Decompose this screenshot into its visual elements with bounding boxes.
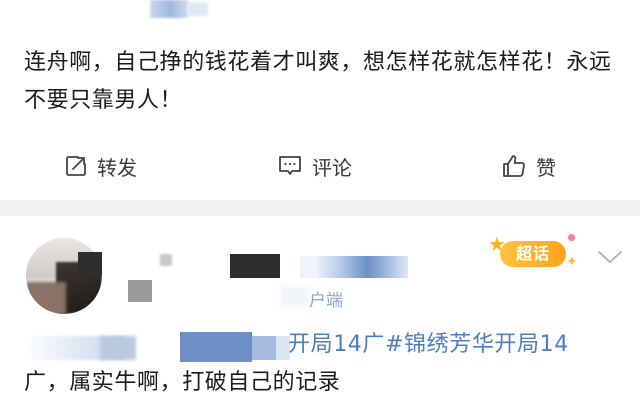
card-divider — [0, 200, 640, 216]
post-card-2: 户端 ★ 超话 ✦ 开局14广#锦绣芳华开局14 广，属实牛啊，打破自己的记录 — [0, 216, 640, 411]
repost-label: 转发 — [97, 155, 137, 180]
like-label: 赞 — [536, 155, 556, 180]
supertopic-badge-label: 超话 — [500, 241, 566, 267]
mosaic-block — [300, 256, 318, 278]
repost-icon — [64, 154, 88, 178]
repost-button[interactable]: 转发 — [64, 140, 137, 192]
post-body-text: 连舟啊，自己挣的钱花着才叫爽，想怎样花就怎样花！永远不要只靠男人！ — [24, 50, 612, 113]
post-body-text: 开局14广#锦绣芳华开局14 广，属实牛啊，打破自己的记录 — [24, 326, 624, 402]
hashtag-link[interactable]: 开局14广#锦绣芳华开局14 — [24, 326, 624, 364]
thumbs-up-icon — [501, 153, 527, 179]
comment-button[interactable]: 评论 — [277, 140, 352, 192]
post-card-1: 连舟啊，自己挣的钱花着才叫爽，想怎样花就怎样花！永远不要只靠男人！ 转发 评论 … — [0, 0, 640, 200]
post-action-bar: 转发 评论 赞 — [0, 140, 640, 192]
comment-label: 评论 — [312, 155, 352, 180]
post-client-source: 户端 — [309, 291, 343, 311]
mosaic-block — [280, 286, 310, 306]
chevron-down-icon[interactable] — [596, 248, 624, 270]
avatar[interactable] — [26, 238, 102, 314]
comment-icon — [277, 154, 303, 178]
blurred-username-fragment — [0, 0, 220, 22]
mosaic-block — [128, 280, 152, 302]
blurred-username[interactable] — [318, 256, 408, 278]
sparkle-icon: ✦ — [566, 254, 578, 270]
like-button[interactable]: 赞 — [501, 140, 556, 192]
mosaic-block — [160, 254, 172, 266]
mosaic-block — [230, 254, 280, 278]
supertopic-badge[interactable]: ★ 超话 ✦ — [486, 234, 580, 274]
decor-dot — [568, 234, 575, 241]
mosaic-block — [78, 252, 102, 276]
post-body-line: 广，属实牛啊，打破自己的记录 — [24, 370, 341, 395]
